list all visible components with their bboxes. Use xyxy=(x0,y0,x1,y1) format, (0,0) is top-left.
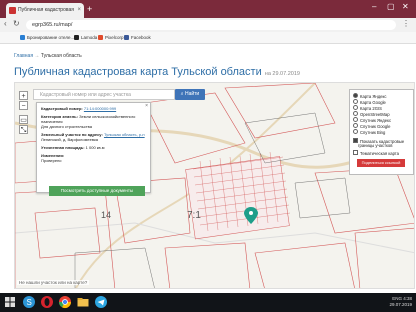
url-input[interactable]: egrp365.ru/map/ xyxy=(26,20,396,30)
cadastral-label: Кадастровый номер: xyxy=(41,106,83,111)
thematic-map-checkbox[interactable]: Тематическая карта xyxy=(353,150,399,156)
bookmark-icon xyxy=(74,35,79,40)
parcel-info-popup: × Кадастровый номер: 71:14:000000:999 Ка… xyxy=(36,102,151,196)
radio-selected-icon xyxy=(353,93,358,98)
taskbar: S ENG 4:38 29.07.2019 xyxy=(0,293,416,312)
breadcrumb-separator: → xyxy=(34,53,40,59)
breadcrumb-home-link[interactable]: Главная xyxy=(14,53,33,59)
clock-time: 4:38 xyxy=(403,296,412,301)
map-label: 14 xyxy=(101,210,111,220)
address-link[interactable]: Тульская область, р-н xyxy=(104,132,145,137)
browser-tab[interactable]: Публичная кадастровая × xyxy=(6,3,84,18)
radio-icon xyxy=(353,123,358,128)
select-area-button[interactable]: ▭ xyxy=(19,115,28,124)
zoom-in-button[interactable]: + xyxy=(19,91,28,100)
opera-icon[interactable] xyxy=(40,295,54,309)
reload-icon[interactable]: ↻ xyxy=(13,19,20,28)
bookmark-item[interactable]: Pixelcorp xyxy=(98,32,124,43)
category-value: Земли сельскохозяйственного xyxy=(79,114,136,119)
page-title: Публичная кадастровая карта Тульской обл… xyxy=(14,66,300,78)
share-link-button[interactable]: Поделиться ссылкой xyxy=(357,159,405,167)
cadastral-number-link[interactable]: 71:14:000000:999 xyxy=(84,106,116,111)
address-link-2[interactable]: Ленинский, д. Варфоломеевка xyxy=(41,137,98,142)
minimize-button[interactable]: – xyxy=(372,2,376,11)
breadcrumb: Главная → Тульская область xyxy=(14,53,82,59)
skype-icon[interactable]: S xyxy=(22,295,36,309)
svg-text:S: S xyxy=(27,298,32,307)
bookmarks-bar: Бронирование отеле... Lamoda Pixelcorp F… xyxy=(0,32,416,44)
maximize-button[interactable]: ▢ xyxy=(387,2,395,11)
system-tray[interactable]: ENG 4:38 29.07.2019 xyxy=(389,296,412,308)
layers-panel: Карта Яндекс Карта Google Карта 2GIS Ope… xyxy=(349,89,414,175)
map-search-input[interactable]: Кадастровый номер или адрес участка xyxy=(33,89,175,100)
browser-tab-bar: Публичная кадастровая × + – ▢ ✕ xyxy=(0,0,416,18)
close-tab-icon[interactable]: × xyxy=(77,3,81,18)
area-label: Уточненная площадь: xyxy=(41,145,85,150)
map-status-text: Не нашли участок или на карте? xyxy=(17,280,90,285)
measure-button[interactable]: ⤡ xyxy=(19,125,28,134)
bookmark-item[interactable]: Бронирование отеле... xyxy=(20,32,74,43)
page-title-date: на 29.07.2019 xyxy=(264,71,300,77)
zoom-out-button[interactable]: − xyxy=(19,101,28,110)
windows-start-icon[interactable] xyxy=(3,295,17,309)
explorer-folder-icon[interactable] xyxy=(76,295,90,309)
chrome-icon[interactable] xyxy=(58,295,72,309)
bookmark-icon xyxy=(98,35,103,40)
note-value: Проверено xyxy=(41,158,62,163)
keyboard-language[interactable]: ENG xyxy=(392,296,402,301)
back-icon[interactable]: ‹ xyxy=(4,19,7,28)
find-button[interactable]: ⌕ Найти xyxy=(175,89,205,100)
tab-title: Публичная кадастровая xyxy=(18,7,74,13)
radio-icon xyxy=(353,105,358,110)
telegram-icon[interactable] xyxy=(94,295,108,309)
breadcrumb-current: Тульская область xyxy=(40,53,82,59)
close-popup-icon[interactable]: × xyxy=(145,103,148,109)
menu-icon[interactable]: ⋮ xyxy=(402,19,410,28)
area-value: 1 000 кв.м xyxy=(85,145,105,150)
radio-icon xyxy=(353,111,358,116)
show-borders-label-2: границы участков xyxy=(358,143,393,148)
radio-icon xyxy=(353,117,358,122)
use-value: Для дачного строительства xyxy=(41,124,92,129)
bookmark-icon xyxy=(20,35,25,40)
view-documents-button[interactable]: Посмотреть доступные документы xyxy=(49,186,145,196)
address-bar: ‹ ↻ egrp365.ru/map/ ⋮ xyxy=(0,18,416,32)
new-tab-button[interactable]: + xyxy=(87,5,92,14)
clock-date: 29.07.2019 xyxy=(389,302,412,307)
site-favicon-icon xyxy=(9,7,16,14)
map-label: 7:1 xyxy=(187,210,201,221)
checkbox-icon xyxy=(353,150,358,155)
facebook-icon xyxy=(124,35,129,40)
close-window-button[interactable]: ✕ xyxy=(402,2,409,11)
radio-icon xyxy=(353,99,358,104)
bookmark-item[interactable]: Lamoda xyxy=(74,32,97,43)
radio-icon xyxy=(353,129,358,134)
cadastral-map[interactable]: 14 7:1 Кадастровый номер или адрес участ… xyxy=(14,82,415,289)
bookmark-item[interactable]: Facebook xyxy=(124,32,151,43)
layer-option[interactable]: Спутник Bing xyxy=(353,129,385,135)
